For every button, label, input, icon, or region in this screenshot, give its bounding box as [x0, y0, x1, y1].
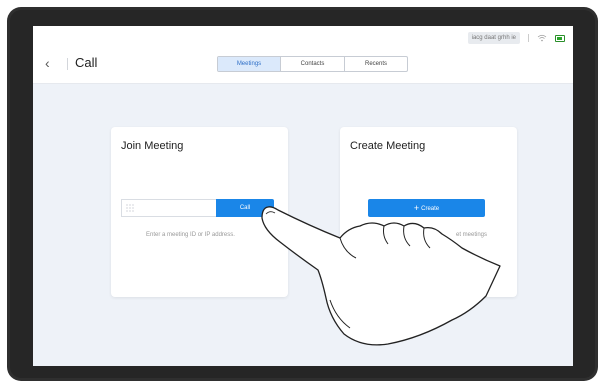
create-hint-text: et meetings — [456, 232, 488, 238]
tab-contacts[interactable]: Contacts — [280, 57, 344, 71]
create-meeting-card: Create Meeting + Create et meetings — [340, 127, 517, 297]
status-divider — [528, 34, 529, 42]
status-bar: iacg daat grhh ie — [467, 32, 565, 44]
tablet-screen: iacg daat grhh ie ‹ Call Meetings Contac… — [33, 26, 573, 366]
join-hint-text: Enter a meeting ID or IP address. — [146, 232, 235, 238]
wifi-icon — [537, 34, 547, 42]
dialpad-icon[interactable] — [126, 204, 134, 212]
join-meeting-title: Join Meeting — [121, 140, 184, 152]
status-chip: iacg daat grhh ie — [467, 32, 520, 44]
create-meeting-title: Create Meeting — [350, 140, 426, 152]
call-button[interactable]: Call — [216, 199, 274, 217]
title-divider — [67, 58, 68, 70]
page-title: Call — [75, 55, 98, 70]
chevron-left-icon[interactable]: ‹ — [45, 56, 55, 70]
tab-bar: Meetings Contacts Recents — [217, 56, 408, 72]
header-bar: iacg daat grhh ie ‹ Call Meetings Contac… — [33, 26, 573, 84]
create-button-label: Create — [421, 206, 440, 212]
battery-icon — [555, 34, 565, 42]
tab-meetings[interactable]: Meetings — [218, 57, 280, 71]
join-meeting-card: Join Meeting Call Enter a meeting ID or … — [111, 127, 288, 297]
tab-recents[interactable]: Recents — [344, 57, 407, 71]
meeting-id-input[interactable] — [121, 199, 216, 217]
plus-icon: + — [413, 203, 420, 213]
create-button[interactable]: + Create — [368, 199, 485, 217]
